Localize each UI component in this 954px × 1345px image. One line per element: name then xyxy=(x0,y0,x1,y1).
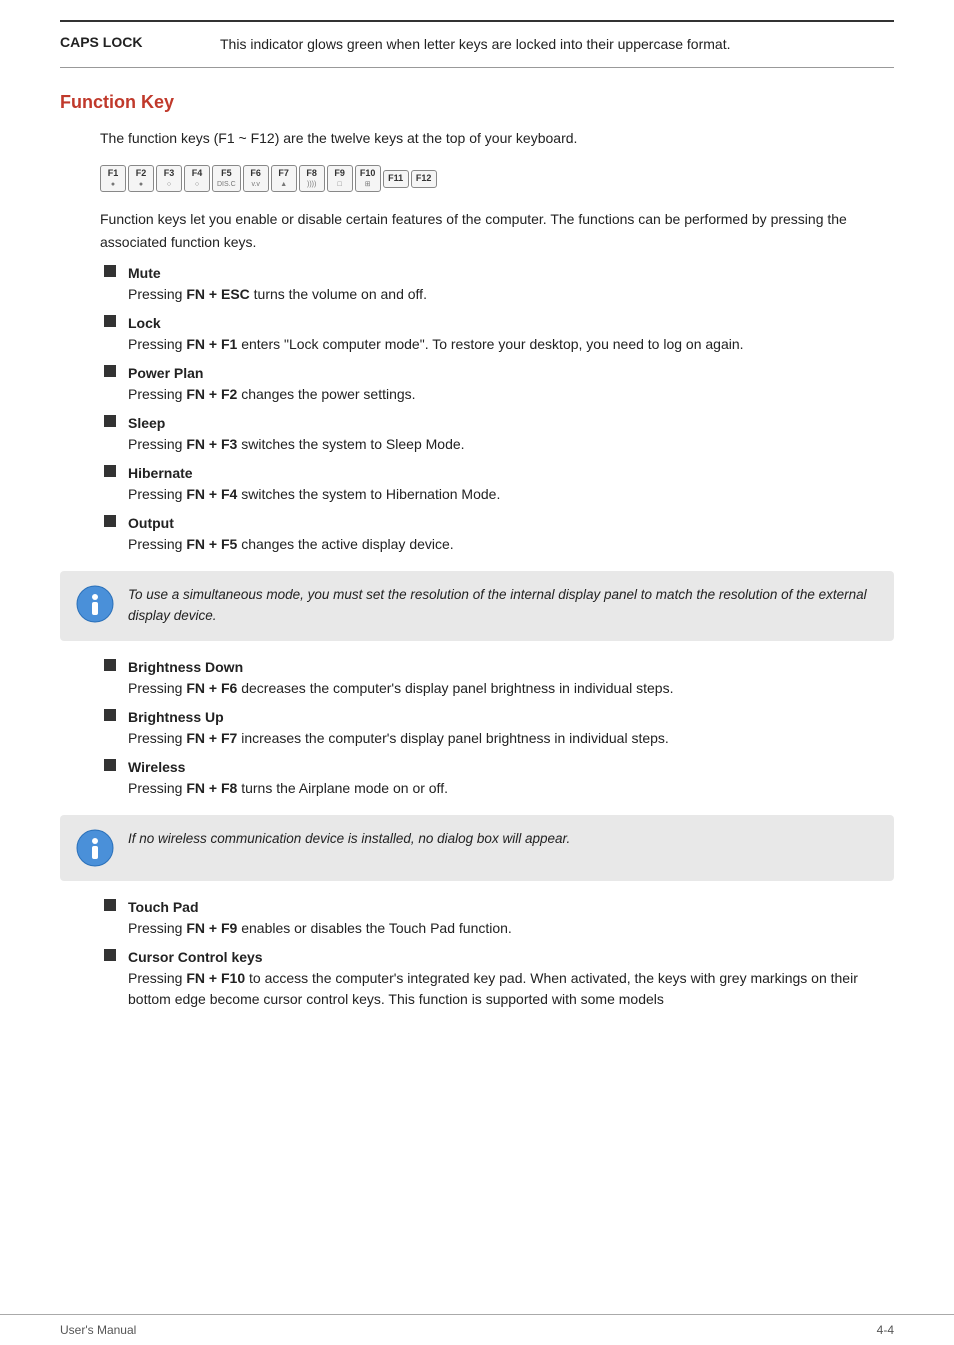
list-item-lock: Lock Pressing FN + F1 enters "Lock compu… xyxy=(100,313,894,355)
bullet-content-cursor-control: Cursor Control keys Pressing FN + F10 to… xyxy=(128,947,894,1010)
bullet-desc-brightness-up: Pressing FN + F7 increases the computer'… xyxy=(128,728,894,749)
key-f10: F10⊞ xyxy=(355,165,381,192)
list-item-cursor-control: Cursor Control keys Pressing FN + F10 to… xyxy=(100,947,894,1010)
function-key-list: Mute Pressing FN + ESC turns the volume … xyxy=(100,263,894,555)
info-box-1: To use a simultaneous mode, you must set… xyxy=(60,571,894,641)
bullet-content-lock: Lock Pressing FN + F1 enters "Lock compu… xyxy=(128,313,894,355)
bullet-desc-lock: Pressing FN + F1 enters "Lock computer m… xyxy=(128,334,894,355)
bullet-desc-brightness-down: Pressing FN + F6 decreases the computer'… xyxy=(128,678,894,699)
bullet-title-mute: Mute xyxy=(128,263,894,284)
bullet-title-hibernate: Hibernate xyxy=(128,463,894,484)
bullet-title-touch-pad: Touch Pad xyxy=(128,897,894,918)
list-item-brightness-down: Brightness Down Pressing FN + F6 decreas… xyxy=(100,657,894,699)
list-item-touch-pad: Touch Pad Pressing FN + F9 enables or di… xyxy=(100,897,894,939)
function-keys-row: F1● F2● F3○ F4○ F5DIS.C F6v.v F7▲ F8))))… xyxy=(100,165,894,192)
bullet-desc-mute: Pressing FN + ESC turns the volume on an… xyxy=(128,284,894,305)
key-f3: F3○ xyxy=(156,165,182,192)
info-box-2: If no wireless communication device is i… xyxy=(60,815,894,881)
bullet-title-brightness-down: Brightness Down xyxy=(128,657,894,678)
section-title: Function Key xyxy=(60,92,894,113)
info-text-2: If no wireless communication device is i… xyxy=(128,829,570,850)
bullet-title-power-plan: Power Plan xyxy=(128,363,894,384)
bullet-content-wireless: Wireless Pressing FN + F8 turns the Airp… xyxy=(128,757,894,799)
list-item-brightness-up: Brightness Up Pressing FN + F7 increases… xyxy=(100,707,894,749)
bullet-icon xyxy=(104,415,116,427)
bullet-icon xyxy=(104,365,116,377)
key-f11: F11 xyxy=(383,170,409,188)
key-f4: F4○ xyxy=(184,165,210,192)
bullet-icon xyxy=(104,515,116,527)
list-item-sleep: Sleep Pressing FN + F3 switches the syst… xyxy=(100,413,894,455)
bullet-icon xyxy=(104,709,116,721)
function-key-list-3: Touch Pad Pressing FN + F9 enables or di… xyxy=(100,897,894,1010)
caps-lock-desc: This indicator glows green when letter k… xyxy=(220,34,730,55)
bullet-content-brightness-down: Brightness Down Pressing FN + F6 decreas… xyxy=(128,657,894,699)
bullet-desc-touch-pad: Pressing FN + F9 enables or disables the… xyxy=(128,918,894,939)
bullet-content-hibernate: Hibernate Pressing FN + F4 switches the … xyxy=(128,463,894,505)
intro-text: The function keys (F1 ~ F12) are the twe… xyxy=(100,127,894,149)
key-f9: F9□ xyxy=(327,165,353,192)
bullet-desc-sleep: Pressing FN + F3 switches the system to … xyxy=(128,434,894,455)
footer-right: 4-4 xyxy=(877,1323,894,1337)
bullet-icon xyxy=(104,659,116,671)
footer: User's Manual 4-4 xyxy=(0,1314,954,1345)
list-item-hibernate: Hibernate Pressing FN + F4 switches the … xyxy=(100,463,894,505)
list-item-wireless: Wireless Pressing FN + F8 turns the Airp… xyxy=(100,757,894,799)
bullet-title-output: Output xyxy=(128,513,894,534)
bullet-icon xyxy=(104,949,116,961)
bullet-icon xyxy=(104,315,116,327)
key-f5: F5DIS.C xyxy=(212,165,241,192)
list-item-mute: Mute Pressing FN + ESC turns the volume … xyxy=(100,263,894,305)
bullet-desc-power-plan: Pressing FN + F2 changes the power setti… xyxy=(128,384,894,405)
bullet-title-lock: Lock xyxy=(128,313,894,334)
bullet-desc-cursor-control: Pressing FN + F10 to access the computer… xyxy=(128,968,894,1010)
bullet-title-wireless: Wireless xyxy=(128,757,894,778)
footer-left: User's Manual xyxy=(60,1323,136,1337)
list-item-output: Output Pressing FN + F5 changes the acti… xyxy=(100,513,894,555)
bullet-content-brightness-up: Brightness Up Pressing FN + F7 increases… xyxy=(128,707,894,749)
bullet-desc-hibernate: Pressing FN + F4 switches the system to … xyxy=(128,484,894,505)
info-text-1: To use a simultaneous mode, you must set… xyxy=(128,585,878,627)
function-key-list-2: Brightness Down Pressing FN + F6 decreas… xyxy=(100,657,894,799)
key-f1: F1● xyxy=(100,165,126,192)
bullet-title-cursor-control: Cursor Control keys xyxy=(128,947,894,968)
body-text: Function keys let you enable or disable … xyxy=(100,208,894,253)
bullet-icon xyxy=(104,759,116,771)
bullet-content-output: Output Pressing FN + F5 changes the acti… xyxy=(128,513,894,555)
key-f6: F6v.v xyxy=(243,165,269,192)
bullet-desc-wireless: Pressing FN + F8 turns the Airplane mode… xyxy=(128,778,894,799)
bullet-icon xyxy=(104,265,116,277)
bullet-title-sleep: Sleep xyxy=(128,413,894,434)
bullet-icon xyxy=(104,899,116,911)
bullet-content-mute: Mute Pressing FN + ESC turns the volume … xyxy=(128,263,894,305)
caps-lock-label: CAPS LOCK xyxy=(60,34,220,50)
bullet-content-touch-pad: Touch Pad Pressing FN + F9 enables or di… xyxy=(128,897,894,939)
key-f8: F8)))) xyxy=(299,165,325,192)
key-f7: F7▲ xyxy=(271,165,297,192)
key-f12: F12 xyxy=(411,170,437,188)
bullet-desc-output: Pressing FN + F5 changes the active disp… xyxy=(128,534,894,555)
list-item-power-plan: Power Plan Pressing FN + F2 changes the … xyxy=(100,363,894,405)
key-f2: F2● xyxy=(128,165,154,192)
bullet-title-brightness-up: Brightness Up xyxy=(128,707,894,728)
bullet-content-sleep: Sleep Pressing FN + F3 switches the syst… xyxy=(128,413,894,455)
bullet-icon xyxy=(104,465,116,477)
bullet-content-power-plan: Power Plan Pressing FN + F2 changes the … xyxy=(128,363,894,405)
info-icon-2 xyxy=(76,829,114,867)
info-icon-1 xyxy=(76,585,114,623)
